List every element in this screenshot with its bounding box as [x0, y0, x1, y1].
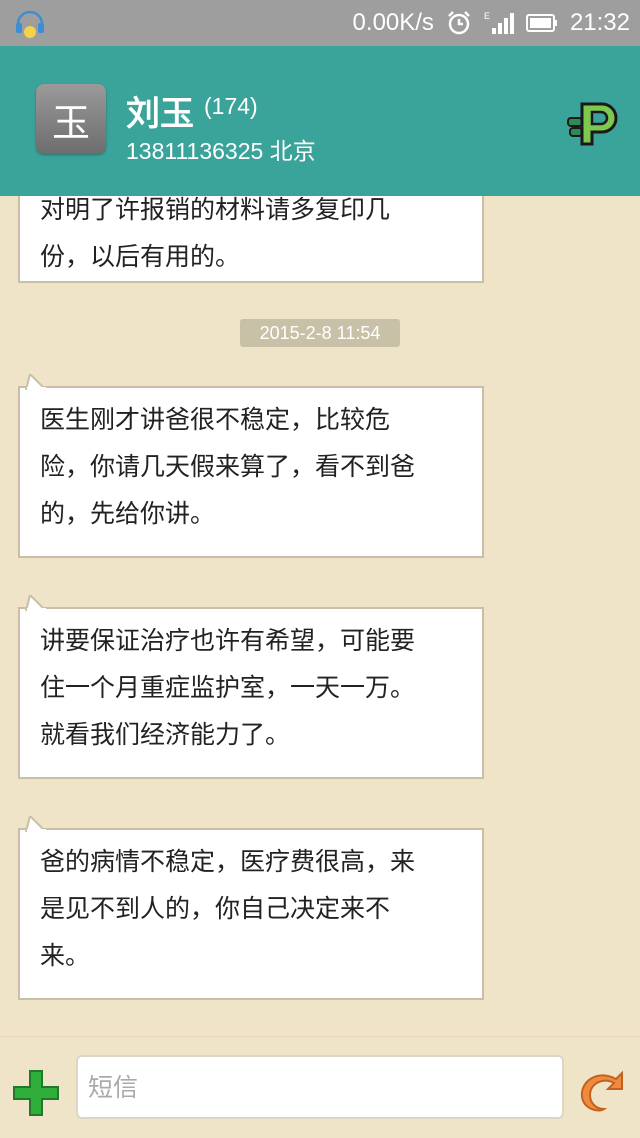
- message-bubble[interactable]: 医生刚才讲爸很不稳定，比较危 险，你请几天假来算了，看不到爸 的，先给你讲。: [18, 374, 484, 558]
- message-line: 爸的病情不稳定，医疗费很高，来: [40, 847, 416, 876]
- sms-input[interactable]: [76, 1055, 564, 1119]
- message-list[interactable]: 对明了许报销的材料请多复印几 份，以后有用的。 2015-2-8 11:54 医…: [0, 196, 640, 1036]
- signal-icon: E: [484, 11, 514, 34]
- svg-text:E: E: [484, 11, 490, 21]
- contact-number-location: 13811136325 北京: [126, 138, 316, 164]
- message-line: 的，先给你讲。: [40, 499, 216, 528]
- message-count: (174): [204, 93, 258, 119]
- message-line: 险，你请几天假来算了，看不到爸: [40, 452, 416, 481]
- compose-bar: [0, 1036, 640, 1138]
- p-logo-icon[interactable]: [566, 98, 622, 148]
- avatar[interactable]: 玉: [36, 84, 106, 154]
- message-bubble[interactable]: 讲要保证治疗也许有希望，可能要 住一个月重症监护室，一天一万。 就看我们经济能力…: [18, 595, 484, 779]
- clock: 21:32: [569, 9, 630, 36]
- message-bubble[interactable]: 对明了许报销的材料请多复印几 份，以后有用的。: [18, 196, 484, 283]
- message-line: 住一个月重症监护室，一天一万。: [40, 673, 416, 702]
- message-timestamp: 2015-2-8 11:54: [240, 319, 400, 347]
- support-headset-icon: [16, 10, 44, 38]
- message-line: 就看我们经济能力了。: [40, 720, 291, 749]
- message-line: 医生刚才讲爸很不稳定，比较危: [40, 405, 391, 434]
- battery-icon: [525, 14, 557, 32]
- conversation-header: 玉 刘玉 (174) 13811136325 北京: [0, 46, 640, 196]
- message-bubble[interactable]: 爸的病情不稳定，医疗费很高，来 是见不到人的，你自己决定来不 来。: [18, 816, 484, 1000]
- avatar-initial: 玉: [51, 100, 90, 145]
- contact-name: 刘玉: [126, 94, 194, 134]
- network-speed: 0.00K/s: [352, 9, 434, 36]
- add-attachment-button[interactable]: [12, 1069, 60, 1117]
- status-bar: 0.00K/s E 21:32: [0, 0, 640, 46]
- message-line: 份，以后有用的。: [40, 242, 241, 271]
- bubble-tail: [25, 595, 46, 611]
- message-line: 来。: [40, 941, 91, 970]
- message-line: 是见不到人的，你自己决定来不: [40, 894, 391, 923]
- message-line: 讲要保证治疗也许有希望，可能要: [40, 626, 416, 655]
- alarm-icon: [448, 11, 470, 35]
- message-line: 对明了许报销的材料请多复印几: [40, 196, 391, 224]
- send-button[interactable]: [578, 1065, 630, 1117]
- bubble-tail: [25, 816, 46, 832]
- bubble-tail: [25, 374, 46, 390]
